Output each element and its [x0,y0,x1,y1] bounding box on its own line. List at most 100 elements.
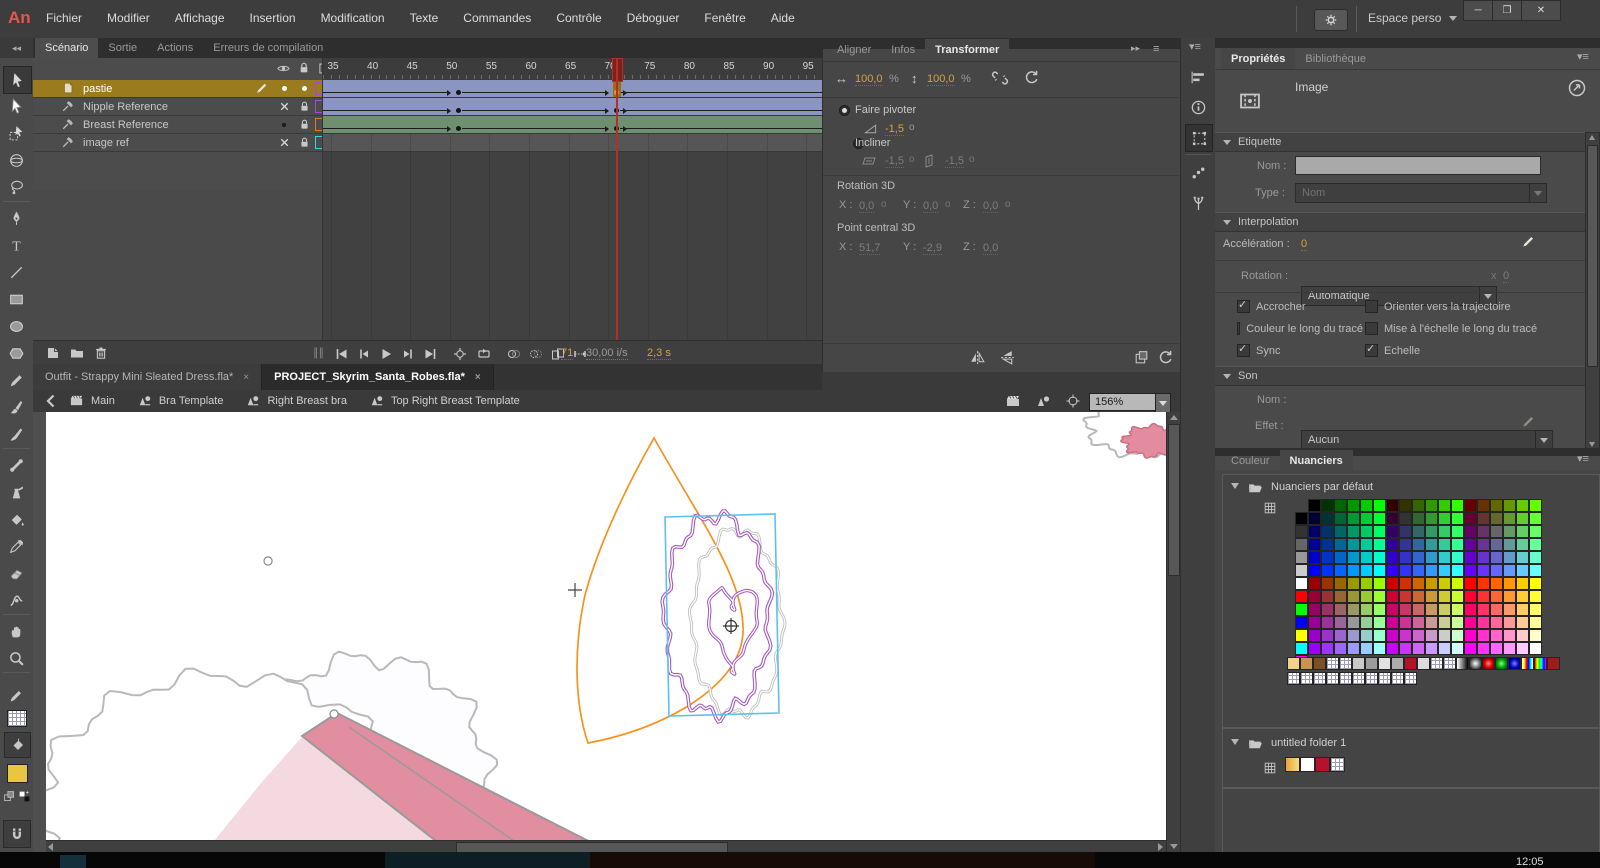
websafe-swatch[interactable] [1477,538,1490,551]
websafe-swatch[interactable] [1438,512,1451,525]
new-layer-button[interactable] [45,345,61,361]
websafe-swatch[interactable] [1477,616,1490,629]
websafe-swatch[interactable] [1321,499,1334,512]
grayscale-swatch[interactable] [1295,525,1308,538]
websafe-swatch[interactable] [1516,577,1529,590]
websafe-swatch[interactable] [1425,564,1438,577]
websafe-swatch[interactable] [1334,512,1347,525]
pen-tool[interactable] [3,205,30,231]
layer-lock-toggle[interactable] [297,118,311,132]
dock-menu-icon[interactable]: ▾≡ [1189,40,1201,53]
menu-item-fentre[interactable]: Fenêtre [704,11,745,25]
websafe-swatch[interactable] [1490,642,1503,655]
websafe-swatch[interactable] [1347,629,1360,642]
websafe-swatch[interactable] [1334,603,1347,616]
grayscale-swatch[interactable] [1295,590,1308,603]
websafe-swatch[interactable] [1321,525,1334,538]
websafe-swatch[interactable] [1334,616,1347,629]
websafe-swatch[interactable] [1425,603,1438,616]
rotation-count-value[interactable]: 0 [1503,270,1509,283]
skew-x-value[interactable]: -1,5 [885,155,904,168]
websafe-swatch[interactable] [1438,590,1451,603]
transformation-point-handle[interactable] [330,710,338,718]
websafe-swatch[interactable] [1503,629,1516,642]
websafe-swatch[interactable] [1529,577,1542,590]
fill-color-swatch[interactable] [7,764,28,783]
document-tab[interactable]: Outfit - Strappy Mini Sleated Dress.fla*… [33,364,262,390]
websafe-swatch[interactable] [1451,629,1464,642]
websafe-swatch[interactable] [1425,538,1438,551]
breadcrumb-item[interactable]: Main [69,393,115,409]
websafe-swatch[interactable] [1451,577,1464,590]
websafe-swatch[interactable] [1308,564,1321,577]
section-son[interactable]: Son [1215,366,1600,386]
ink-bottle-tool[interactable] [3,479,30,505]
exchange-icon[interactable] [1567,78,1587,98]
checkbox-box[interactable] [1365,322,1378,335]
websafe-swatch[interactable] [1503,525,1516,538]
websafe-swatch[interactable] [1308,616,1321,629]
panel-collapse-icon[interactable]: ▸▸ [1131,43,1140,54]
websafe-swatch[interactable] [1490,616,1503,629]
remove-transform-icon[interactable] [1157,349,1174,366]
rotate-value[interactable]: -1,5 [885,123,904,136]
websafe-swatch[interactable] [1347,499,1360,512]
websafe-swatch[interactable] [1347,642,1360,655]
frame-row-nipple-reference[interactable] [322,98,822,116]
extra-swatch[interactable] [1482,657,1495,670]
menu-item-modification[interactable]: Modification [321,11,385,25]
sync-settings-button[interactable] [1314,9,1348,31]
websafe-swatch[interactable] [1425,642,1438,655]
websafe-swatch[interactable] [1412,616,1425,629]
menu-item-dboguer[interactable]: Déboguer [627,11,680,25]
extra-swatch[interactable] [1378,657,1391,670]
bitmap-swatch[interactable] [1287,672,1300,685]
extra-swatch[interactable] [1404,657,1417,670]
websafe-swatch[interactable] [1477,551,1490,564]
scale-width-value[interactable]: 100,0 [855,73,883,86]
close-tab-icon[interactable]: × [475,372,481,383]
websafe-swatch[interactable] [1399,512,1412,525]
websafe-swatch[interactable] [1477,603,1490,616]
frame-name-input[interactable] [1295,156,1541,175]
menu-item-fichier[interactable]: Fichier [46,11,82,25]
websafe-swatch[interactable] [1386,590,1399,603]
new-folder-button[interactable] [69,345,85,361]
play-button[interactable] [377,345,394,362]
websafe-swatch[interactable] [1360,616,1373,629]
grayscale-swatch[interactable] [1295,642,1308,655]
fill-bucket-icon[interactable] [4,732,31,758]
websafe-swatch[interactable] [1360,512,1373,525]
websafe-swatch[interactable] [1308,525,1321,538]
websafe-swatch[interactable] [1451,642,1464,655]
edit-ease-icon[interactable] [1521,234,1536,249]
menu-item-insertion[interactable]: Insertion [250,11,296,25]
websafe-swatch[interactable] [1516,525,1529,538]
elapsed-time-value[interactable]: 2,3 s [647,347,671,360]
websafe-swatch[interactable] [1464,564,1477,577]
delete-layer-button[interactable] [93,345,109,361]
history-panel-icon[interactable] [1185,160,1211,186]
websafe-swatch[interactable] [1334,590,1347,603]
menu-item-contrle[interactable]: Contrôle [556,11,601,25]
websafe-swatch[interactable] [1425,590,1438,603]
properties-scroll-thumb[interactable] [1587,145,1598,367]
extra-swatch[interactable] [1417,657,1430,670]
websafe-swatch[interactable] [1438,603,1451,616]
websafe-swatch[interactable] [1477,642,1490,655]
eye-column-icon[interactable] [276,61,291,76]
websafe-swatch[interactable] [1347,551,1360,564]
websafe-swatch[interactable] [1412,525,1425,538]
websafe-swatch[interactable] [1477,499,1490,512]
tab-actions[interactable]: Actions [147,38,203,58]
playhead-marker[interactable] [612,58,623,82]
extra-swatch[interactable] [1534,657,1547,670]
restore-button[interactable]: ❐ [1492,0,1522,21]
collapse-panel-button[interactable]: ◂◂ [0,38,33,58]
bitmap-swatch[interactable] [1404,672,1417,685]
layer-lock-toggle[interactable] [297,100,311,114]
websafe-swatch[interactable] [1347,525,1360,538]
websafe-swatch[interactable] [1451,616,1464,629]
websafe-swatch[interactable] [1321,512,1334,525]
bitmap-swatch[interactable] [1300,672,1313,685]
